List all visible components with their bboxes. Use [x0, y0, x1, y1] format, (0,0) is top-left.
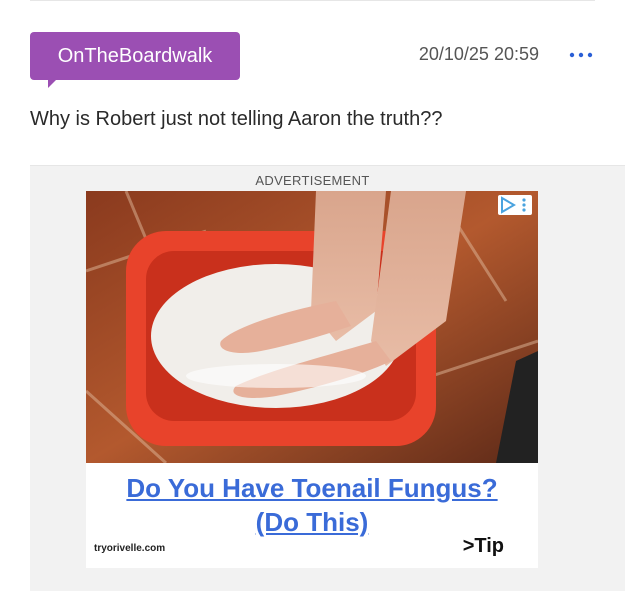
username-label: OnTheBoardwalk [57, 45, 213, 67]
ad-domain: tryorivelle.com [94, 543, 166, 554]
ad-cta-button[interactable]: >Tip [463, 535, 504, 558]
ad-headline[interactable]: Do You Have Toenail Fungus? (Do This) [86, 471, 538, 539]
ad-headline-line2[interactable]: (Do This) [86, 505, 538, 539]
ad-label: ADVERTISEMENT [255, 173, 370, 188]
username-badge[interactable]: OnTheBoardwalk [30, 32, 240, 80]
ad-image[interactable] [86, 191, 538, 463]
top-divider [30, 0, 595, 1]
post-timestamp: 20/10/25 20:59 [418, 44, 539, 64]
ad-card[interactable]: Do You Have Toenail Fungus? (Do This) tr… [86, 191, 538, 568]
post-header: OnTheBoardwalk 20/10/25 20:59 [30, 32, 595, 92]
post-body-text: Why is Robert just not telling Aaron the… [30, 108, 443, 130]
advertisement-block: ADVERTISEMENT Do You Have Toenail Fungus… [30, 165, 625, 591]
username-badge-tail [48, 78, 58, 88]
more-options-icon[interactable] [567, 44, 595, 66]
adchoices-icon[interactable] [498, 195, 532, 215]
ad-headline-line1[interactable]: Do You Have Toenail Fungus? [86, 471, 538, 505]
